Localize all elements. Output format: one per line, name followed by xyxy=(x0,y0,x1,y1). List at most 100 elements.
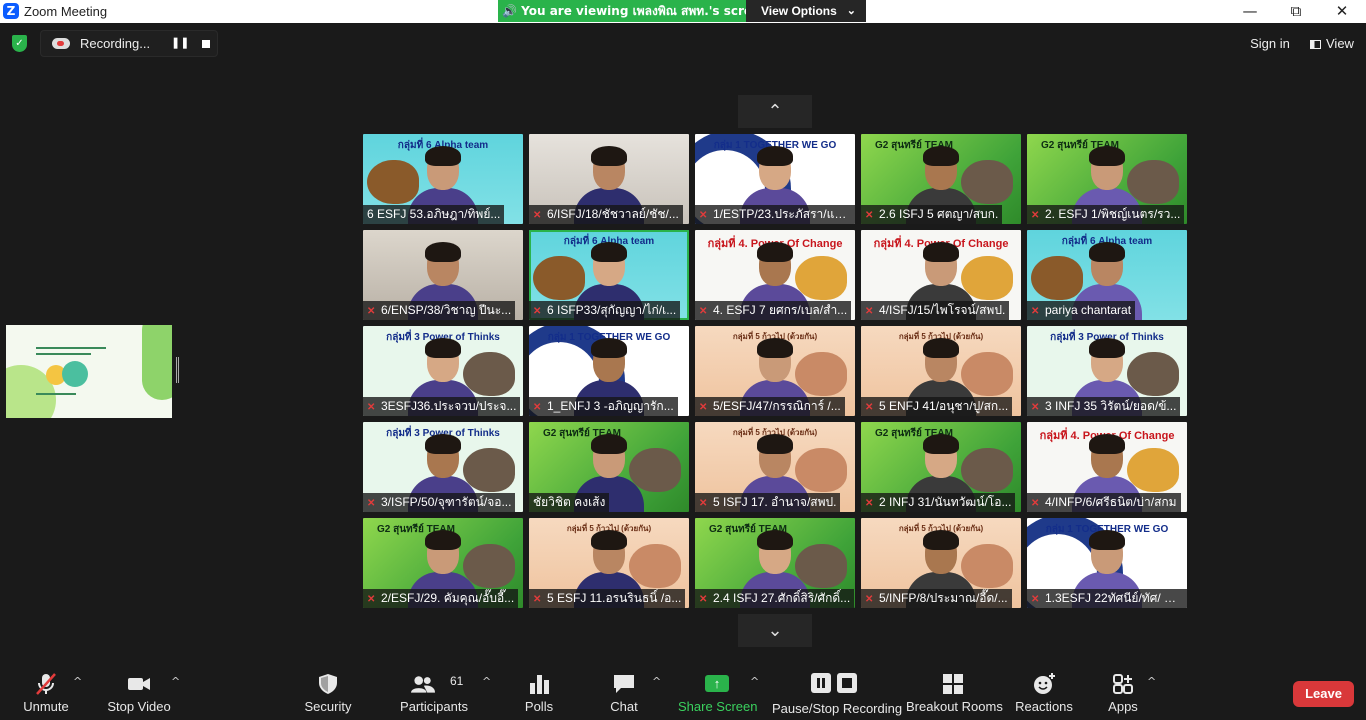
participant-video-tile[interactable]: ✕ 6/ISFJ/18/ชัชวาลย์/ชัช/... xyxy=(529,134,689,224)
participant-video-tile[interactable]: G2 สุนทรีย์ TEAM ✕ 2.4 ISFJ 27.ศักดิ์สิริ/… xyxy=(695,518,855,608)
participant-video-tile[interactable]: กลุ่มที่ 5 ก้าวไป (ด้วยกัน) ✕ 5/INFP/8/ประ… xyxy=(861,518,1021,608)
participant-video-tile[interactable]: G2 สุนทรีย์ TEAM ✕ 2. ESFJ 1/พิชญ์เนตร/รว.… xyxy=(1027,134,1187,224)
view-options-button[interactable]: View Options ⌄ xyxy=(746,0,866,22)
stop-video-button[interactable]: Stop Video xyxy=(104,663,174,720)
participant-video-tile[interactable]: กลุ่มที่ 6 Alpha team6 ESFJ 53.อภิษฎา/ทิ… xyxy=(363,134,523,224)
microphone-muted-icon: ✕ xyxy=(699,306,708,317)
participant-name: 4. ESFJ 7 ยศกร/เบล/สำ... xyxy=(713,303,848,317)
participant-name-label: ✕ 6 ISFP33/สุกัญญา/ไก่/เ... xyxy=(529,301,681,320)
share-screen-label: Share Screen xyxy=(678,699,758,714)
view-label: View xyxy=(1326,36,1354,51)
participant-video-tile[interactable]: กลุ่มที่ 4. Power Of Change✕4. ESFJ 7 ยศ… xyxy=(695,230,855,320)
stop-recording-button[interactable] xyxy=(202,40,210,48)
microphone-muted-icon: ✕ xyxy=(865,594,874,605)
participant-video-tile[interactable]: G2 สุนทรีย์ TEAM ✕ 2/ESFJ/29. คัมคุณ/อั๊บอ… xyxy=(363,518,523,608)
view-button[interactable]: View xyxy=(1302,33,1358,55)
participant-name: 2.4 ISFJ 27.ศักดิ์สิริ/ศักดิ์... xyxy=(713,591,851,605)
gallery-previous-page-button[interactable]: ⌃ xyxy=(738,95,812,128)
participant-video-tile[interactable]: กลุ่ม 1 TOGETHER WE GO✕1_ENFJ 3 -อภิญญาร… xyxy=(529,326,689,416)
share-screen-button[interactable]: ↑ Share Screen xyxy=(678,663,758,720)
apps-options-caret[interactable]: ^ xyxy=(1147,675,1156,688)
participant-name-label: ✕ 5 ISFJ 17. อำนาจ/สพป. xyxy=(695,493,841,512)
participant-name-label: ✕ pariya chantarat xyxy=(1027,301,1136,320)
participant-name-label: ✕ 2. ESFJ 1/พิชญ์เนตร/รว... xyxy=(1027,205,1185,224)
microphone-muted-icon: ✕ xyxy=(533,402,542,413)
participant-video-tile[interactable]: กลุ่มที่ 5 ก้าวไป (ด้วยกัน) ✕ 5 ESFJ 11.อร… xyxy=(529,518,689,608)
share-options-caret[interactable]: ^ xyxy=(750,675,759,688)
participant-video-tile[interactable]: กลุ่มที่ 3 Power of Thinks✕3/ISFP/50/จุฑ… xyxy=(363,422,523,512)
encryption-shield-icon[interactable]: ✓ xyxy=(12,35,27,52)
participant-name: 1/ESTP/23.ประภัสรา/แป๋... xyxy=(713,207,852,221)
chat-options-caret[interactable]: ^ xyxy=(652,675,661,688)
participant-name: 3 INFJ 35 วิรัตน์/ยอด/ข้... xyxy=(1045,399,1177,413)
participant-name: 5 ISFJ 17. อำนาจ/สพป. xyxy=(713,495,837,509)
participant-name-label: ชัยวิชิต คงเส้ง xyxy=(529,493,610,512)
security-button[interactable]: Security xyxy=(298,663,358,720)
participant-video-tile[interactable]: กลุ่มที่ 3 Power of Thinks✕3 INFJ 35 วิร… xyxy=(1027,326,1187,416)
microphone-muted-icon: ✕ xyxy=(1031,210,1040,221)
sign-in-button[interactable]: Sign in xyxy=(1244,33,1296,55)
participant-video-tile[interactable]: กลุ่มที่ 6 Alpha team✕6 ISFP33/สุกัญญา/ไ… xyxy=(529,230,689,320)
polls-icon xyxy=(530,675,549,694)
decorative-line xyxy=(36,393,76,395)
participant-name: 4/ISFJ/15/ไพโรจน์/สพป. xyxy=(879,303,1006,317)
panel-splitter-handle[interactable] xyxy=(176,357,179,383)
view-options-label: View Options xyxy=(761,4,837,18)
shared-screen-thumbnail[interactable] xyxy=(6,325,172,418)
participant-video-tile[interactable]: กลุ่มที่ 3 Power of Thinks✕3ESFJ36.ประจว… xyxy=(363,326,523,416)
zoom-logo-icon: Z xyxy=(3,3,19,19)
participants-options-caret[interactable]: ^ xyxy=(482,675,491,688)
decorative-line xyxy=(36,353,91,355)
apps-button[interactable]: Apps xyxy=(1103,663,1143,720)
unmute-button[interactable]: Unmute xyxy=(16,663,76,720)
participant-video-tile[interactable]: G2 สุนทรีย์ TEAM ✕ 2 INFJ 31/นันทวัฒน์/โอ.… xyxy=(861,422,1021,512)
participant-name: 5 ESFJ 11.อรนรินธนิ์ /อ... xyxy=(547,591,682,605)
participant-video-tile[interactable]: กลุ่ม 1 TOGETHER WE GO✕1.3ESFJ 22ทัศนีย์… xyxy=(1027,518,1187,608)
participant-name-label: ✕ 2 INFJ 31/นันทวัฒน์/โอ... xyxy=(861,493,1016,512)
participants-button[interactable]: 61 Participants xyxy=(400,663,468,720)
participant-video-tile[interactable]: กลุ่มที่ 4. Power Of Change✕4/ISFJ/15/ไพ… xyxy=(861,230,1021,320)
breakout-rooms-label: Breakout Rooms xyxy=(906,699,1003,714)
audio-options-caret[interactable]: ^ xyxy=(73,675,82,688)
close-window-button[interactable]: ✕ xyxy=(1319,0,1365,23)
view-grid-icon xyxy=(1310,40,1321,49)
share-screen-arrow-icon: ↑ xyxy=(705,675,729,692)
participant-video-tile[interactable]: ✕ 6/ENSP/38/วิชาญ ปีนะ... xyxy=(363,230,523,320)
gallery-next-page-button[interactable]: ⌄ xyxy=(738,614,812,647)
reactions-button[interactable]: Reactions xyxy=(1013,663,1075,720)
chevron-down-icon: ⌄ xyxy=(846,5,856,17)
chat-label: Chat xyxy=(610,699,638,714)
participant-video-tile[interactable]: กลุ่มที่ 5 ก้าวไป (ด้วยกัน) ✕ 5 ENFJ 41/อน… xyxy=(861,326,1021,416)
participant-video-tile[interactable]: กลุ่มที่ 5 ก้าวไป (ด้วยกัน) ✕ 5/ESFJ/47/กร… xyxy=(695,326,855,416)
restore-button[interactable]: ⧉ xyxy=(1273,0,1319,23)
participant-video-tile[interactable]: กลุ่มที่ 5 ก้าวไป (ด้วยกัน) ✕ 5 ISFJ 17. อ… xyxy=(695,422,855,512)
participant-name: 6 ESFJ 53.อภิษฎา/ทิพย์... xyxy=(367,207,501,221)
minimize-button[interactable]: — xyxy=(1227,0,1273,23)
pause-stop-recording-button[interactable]: Pause/Stop Recording xyxy=(772,663,902,720)
video-options-caret[interactable]: ^ xyxy=(171,675,180,688)
polls-button[interactable]: Polls xyxy=(514,663,564,720)
breakout-rooms-icon xyxy=(943,674,963,694)
apps-label: Apps xyxy=(1108,699,1138,714)
participant-video-tile[interactable]: กลุ่มที่ 4. Power Of Change✕4/INFP/6/ศรี… xyxy=(1027,422,1187,512)
participant-name: ชัยวิชิต คงเส้ง xyxy=(533,495,606,509)
participant-video-tile[interactable]: G2 สุนทรีย์ TEAM ✕ 2.6 ISFJ 5 ศตญา/สบก. xyxy=(861,134,1021,224)
participant-name-label: ✕ 6/ISFJ/18/ชัชวาลย์/ชัช/... xyxy=(529,205,683,224)
microphone-muted-icon: ✕ xyxy=(367,498,376,509)
participant-video-tile[interactable]: G2 สุนทรีย์ TEAM ชัยวิชิต คงเส้ง xyxy=(529,422,689,512)
chat-button[interactable]: Chat xyxy=(599,663,649,720)
reactions-label: Reactions xyxy=(1015,699,1073,714)
unmute-label: Unmute xyxy=(23,699,69,714)
recording-label: Recording... xyxy=(80,36,151,51)
participant-video-tile[interactable]: กลุ่ม 1 TOGETHER WE GO✕1/ESTP/23.ประภัสร… xyxy=(695,134,855,224)
participant-name-label: ✕ 5 ESFJ 11.อรนรินธนิ์ /อ... xyxy=(529,589,686,608)
leave-meeting-button[interactable]: Leave xyxy=(1293,681,1354,707)
participant-name-label: ✕ 3/ISFP/50/จุฑารัตน์/จอ... xyxy=(363,493,516,512)
participants-count: 61 xyxy=(450,674,464,688)
participant-video-tile[interactable]: กลุ่มที่ 6 Alpha team✕pariya chantarat xyxy=(1027,230,1187,320)
chat-bubble-icon xyxy=(614,675,634,693)
pause-recording-button[interactable]: ❚❚ xyxy=(171,36,189,49)
breakout-rooms-button[interactable]: Breakout Rooms xyxy=(906,663,1003,720)
participant-name: 5/ESFJ/47/กรรณิการ์ /... xyxy=(713,399,841,413)
microphone-muted-icon: ✕ xyxy=(1031,594,1040,605)
